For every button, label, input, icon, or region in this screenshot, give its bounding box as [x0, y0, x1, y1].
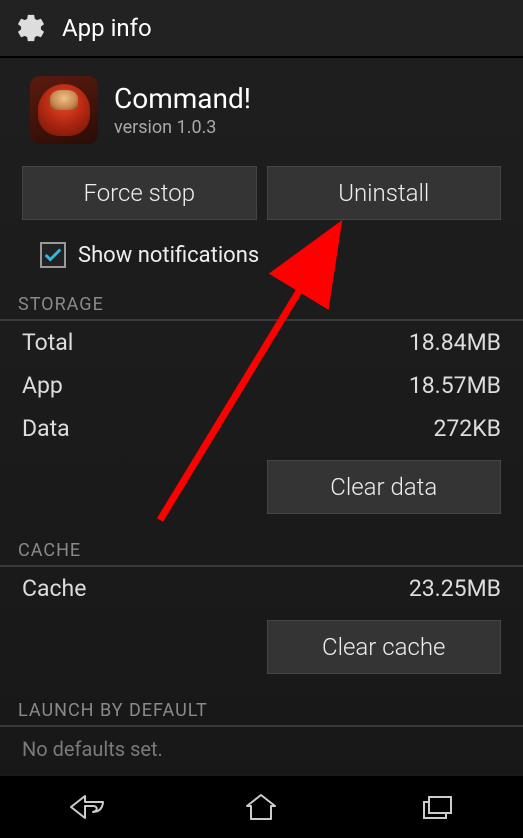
storage-section-header: STORAGE: [0, 286, 523, 321]
clear-cache-row: Clear cache: [0, 610, 523, 682]
clear-cache-button[interactable]: Clear cache: [267, 620, 502, 674]
cache-section-header: CACHE: [0, 532, 523, 567]
back-button[interactable]: [52, 785, 122, 829]
app-icon: [30, 76, 98, 144]
cache-row: Cache 23.25MB: [0, 567, 523, 610]
storage-total-label: Total: [22, 329, 73, 356]
show-notifications-row[interactable]: Show notifications: [0, 228, 523, 286]
uninstall-button[interactable]: Uninstall: [267, 166, 502, 220]
app-version: version 1.0.3: [114, 117, 251, 138]
cache-value: 23.25MB: [409, 575, 501, 602]
content-area: Command! version 1.0.3 Force stop Uninst…: [0, 58, 523, 774]
launch-defaults-text: No defaults set.: [0, 727, 523, 771]
storage-app-row: App 18.57MB: [0, 364, 523, 407]
storage-data-value: 272KB: [433, 415, 501, 442]
storage-app-value: 18.57MB: [409, 372, 501, 399]
force-stop-button[interactable]: Force stop: [22, 166, 257, 220]
app-title-block: Command! version 1.0.3: [114, 82, 251, 138]
navigation-bar: [0, 776, 523, 838]
home-button[interactable]: [226, 785, 296, 829]
storage-data-row: Data 272KB: [0, 407, 523, 450]
page-title: App info: [62, 14, 152, 42]
clear-data-row: Clear data: [0, 450, 523, 522]
primary-button-row: Force stop Uninstall: [0, 156, 523, 228]
show-notifications-checkbox[interactable]: [40, 242, 66, 268]
show-notifications-label: Show notifications: [78, 243, 259, 268]
recent-apps-button[interactable]: [401, 785, 471, 829]
app-name: Command!: [114, 82, 251, 115]
storage-total-value: 18.84MB: [409, 329, 501, 356]
cache-label: Cache: [22, 575, 86, 602]
launch-section-header: LAUNCH BY DEFAULT: [0, 692, 523, 727]
storage-app-label: App: [22, 372, 63, 399]
settings-icon[interactable]: [14, 11, 48, 45]
storage-data-label: Data: [22, 415, 70, 442]
clear-data-button[interactable]: Clear data: [267, 460, 502, 514]
storage-total-row: Total 18.84MB: [0, 321, 523, 364]
app-header: Command! version 1.0.3: [0, 58, 523, 156]
action-bar: App info: [0, 0, 523, 58]
